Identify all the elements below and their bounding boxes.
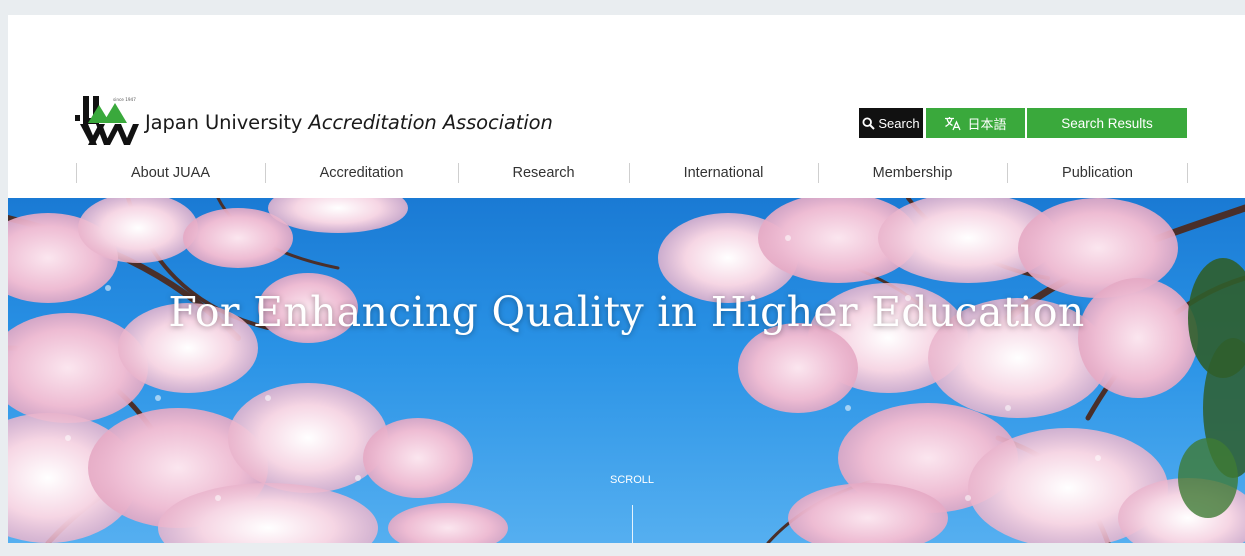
search-button-label: Search [878,115,920,131]
nav-item-about-juaa[interactable]: About JUAA [76,158,265,188]
page: since 1947 Japan University Accreditatio… [8,15,1245,543]
search-icon [862,116,876,130]
scroll-indicator-line [632,505,633,543]
nav-item-membership[interactable]: Membership [818,158,1007,188]
search-results-label: Search Results [1061,115,1153,131]
hero-banner: For Enhancing Quality in Higher Educatio… [8,198,1245,543]
search-button[interactable]: Search [859,108,923,138]
nav-divider [1187,163,1188,183]
juaa-logo-mark: since 1947 [75,96,139,145]
main-nav: About JUAA Accreditation Research Intern… [76,158,1188,188]
logo-text-prefix: Japan University [145,110,309,134]
nav-item-international[interactable]: International [629,158,818,188]
cherry-blossom-image [8,198,1245,543]
logo[interactable]: since 1947 Japan University Accreditatio… [75,95,553,149]
nav-item-accreditation[interactable]: Accreditation [265,158,458,188]
search-results-button[interactable]: Search Results [1027,108,1187,138]
logo-since-text: since 1947 [113,97,136,102]
nav-item-research[interactable]: Research [458,158,629,188]
logo-text-association: Association [442,110,553,134]
logo-text: Japan University Accreditation Associati… [145,111,553,134]
nav-item-publication[interactable]: Publication [1007,158,1188,188]
scroll-indicator-label[interactable]: SCROLL [608,474,656,486]
language-button[interactable]: 日本語 [926,108,1025,138]
logo-text-accreditation: Accreditation [308,110,437,134]
language-button-label: 日本語 [967,117,1007,133]
translate-icon [945,116,962,130]
hero-tagline: For Enhancing Quality in Higher Educatio… [168,288,1085,336]
